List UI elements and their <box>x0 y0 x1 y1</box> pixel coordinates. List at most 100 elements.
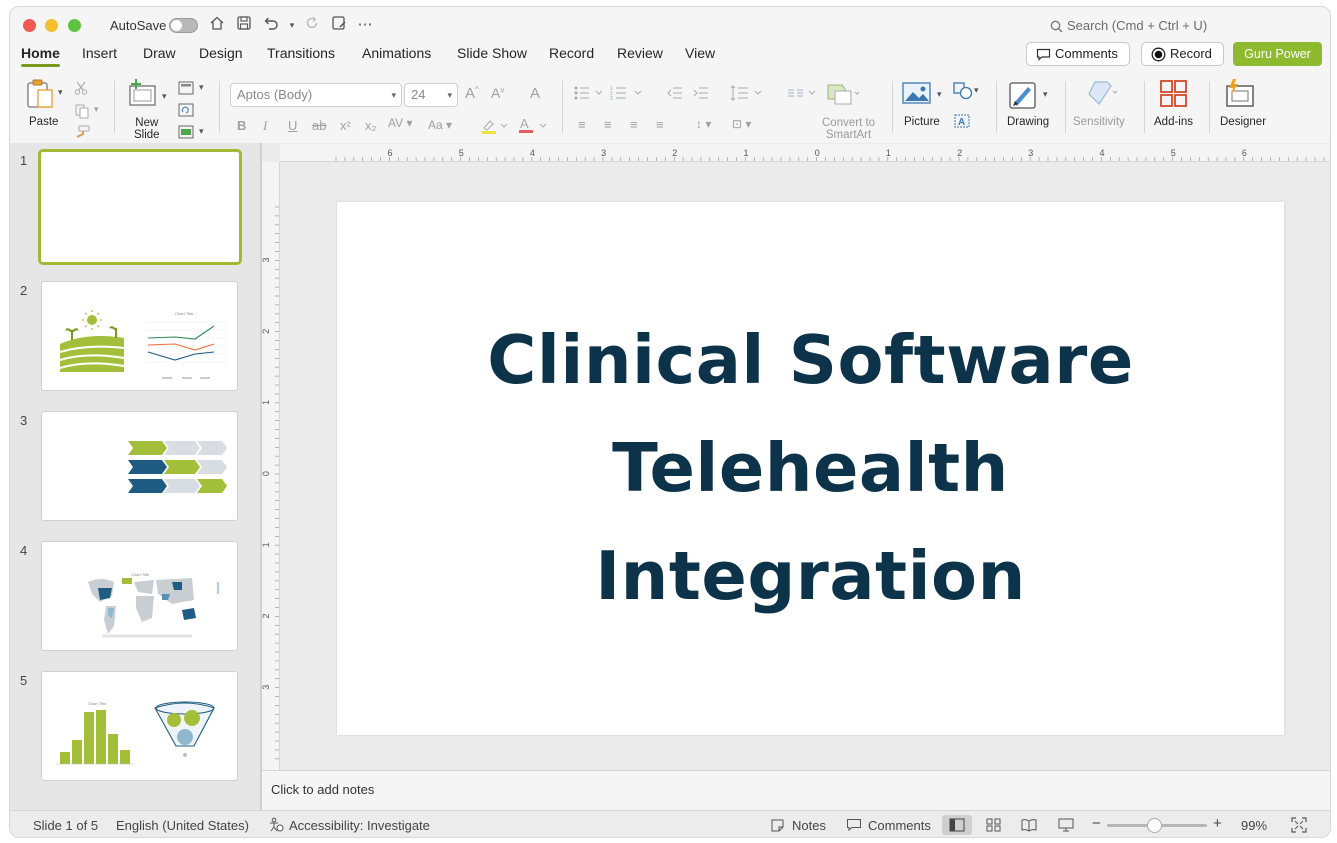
change-case-icon[interactable]: Aa ▾ <box>428 118 452 132</box>
minimize-window-button[interactable] <box>45 19 58 32</box>
notes-icon[interactable] <box>770 818 785 836</box>
slide-thumbnail-pane[interactable]: 1 2 Chart Title 3 4 Chart Title 5 Chart … <box>10 143 260 810</box>
comments-toggle[interactable]: Comments <box>868 818 931 833</box>
underline-icon[interactable]: U <box>288 118 297 133</box>
align-right-icon[interactable]: ≡ <box>630 117 638 132</box>
more-options-icon[interactable]: ⋯ <box>355 15 375 35</box>
comments-icon[interactable] <box>846 818 862 835</box>
guru-power-button[interactable]: Guru Power <box>1233 42 1322 66</box>
line-spacing-icon[interactable] <box>730 84 764 105</box>
save-as-icon[interactable] <box>329 15 349 35</box>
slide-thumbnail-1[interactable] <box>38 149 242 265</box>
section-dropdown-chevron-icon[interactable]: ▾ <box>199 126 204 137</box>
increase-font-size-icon[interactable]: A^ <box>465 85 479 102</box>
redo-icon[interactable] <box>302 15 322 35</box>
reading-view-button[interactable] <box>1014 815 1044 835</box>
language-status[interactable]: English (United States) <box>116 818 249 833</box>
slideshow-view-button[interactable] <box>1051 815 1081 835</box>
align-center-icon[interactable]: ≡ <box>604 117 612 132</box>
layout-dropdown-chevron-icon[interactable]: ▾ <box>199 82 204 93</box>
record-button[interactable]: Record <box>1141 42 1224 66</box>
undo-dropdown-chevron-icon[interactable]: ▾ <box>282 15 302 35</box>
current-slide[interactable]: Clinical Software Telehealth Integration <box>337 202 1284 735</box>
format-painter-icon[interactable] <box>74 125 90 142</box>
section-icon[interactable] <box>178 125 194 142</box>
subscript-icon[interactable]: x₂ <box>365 118 377 133</box>
comments-button[interactable]: Comments <box>1026 42 1130 66</box>
picture-dropdown-chevron-icon[interactable]: ▾ <box>937 89 942 100</box>
tab-design[interactable]: Design <box>199 45 243 61</box>
zoom-in-icon[interactable]: + <box>1213 815 1222 832</box>
home-icon[interactable] <box>207 15 227 35</box>
copy-icon[interactable] <box>74 103 90 122</box>
undo-icon[interactable] <box>261 15 281 35</box>
accessibility-status[interactable]: Accessibility: Investigate <box>289 818 430 833</box>
new-slide-dropdown-chevron-icon[interactable]: ▾ <box>162 91 167 102</box>
reset-slide-icon[interactable] <box>178 103 194 120</box>
columns-icon[interactable] <box>786 85 818 104</box>
sensitivity-button[interactable] <box>1085 79 1118 110</box>
copy-dropdown-chevron-icon[interactable]: ▾ <box>94 104 99 115</box>
tab-view[interactable]: View <box>685 45 715 61</box>
tab-insert[interactable]: Insert <box>82 45 117 61</box>
fit-to-window-icon[interactable] <box>1291 817 1307 836</box>
accessibility-icon[interactable] <box>268 817 284 836</box>
shapes-dropdown-chevron-icon[interactable]: ▾ <box>974 85 979 96</box>
align-left-icon[interactable]: ≡ <box>578 117 586 132</box>
decrease-indent-icon[interactable] <box>666 85 684 104</box>
justify-icon[interactable]: ≡ <box>656 117 664 132</box>
cut-icon[interactable] <box>74 81 88 98</box>
maximize-window-button[interactable] <box>68 19 81 32</box>
font-color-icon[interactable]: A <box>518 116 548 137</box>
tab-slide-show[interactable]: Slide Show <box>457 45 527 61</box>
zoom-out-icon[interactable]: − <box>1092 815 1101 832</box>
tab-animations[interactable]: Animations <box>362 45 431 61</box>
normal-view-button[interactable] <box>942 815 972 835</box>
convert-to-smartart-icon[interactable] <box>825 81 860 110</box>
notes-toggle[interactable]: Notes <box>792 818 826 833</box>
align-text-icon[interactable]: ⊡ ▾ <box>732 117 751 131</box>
highlight-color-icon[interactable] <box>480 118 508 137</box>
font-name-combo[interactable]: Aptos (Body) ▾ <box>230 83 402 107</box>
tab-review[interactable]: Review <box>617 45 663 61</box>
strikethrough-icon[interactable]: ab <box>312 118 326 133</box>
slide-thumbnail-2[interactable]: Chart Title <box>41 281 238 391</box>
add-ins-button[interactable] <box>1159 79 1189 112</box>
bullets-icon[interactable] <box>573 85 605 104</box>
notes-placeholder[interactable]: Click to add notes <box>271 782 374 797</box>
italic-icon[interactable]: I <box>263 118 267 134</box>
search-box[interactable]: Search (Cmd + Ctrl + U) <box>1050 18 1207 33</box>
tab-home[interactable]: Home <box>21 45 60 67</box>
drawing-dropdown-chevron-icon[interactable]: ▾ <box>1043 89 1048 100</box>
text-box-icon[interactable]: A <box>953 113 971 132</box>
layout-icon[interactable] <box>178 81 194 98</box>
superscript-icon[interactable]: x² <box>340 118 351 133</box>
numbering-icon[interactable]: 123 <box>610 85 644 104</box>
close-window-button[interactable] <box>23 19 36 32</box>
slide-thumbnail-5[interactable]: Chart Title <box>41 671 238 781</box>
save-icon[interactable] <box>234 15 254 35</box>
notes-pane[interactable]: Click to add notes <box>262 770 1330 810</box>
zoom-level[interactable]: 99% <box>1241 818 1267 833</box>
increase-indent-icon[interactable] <box>692 85 710 104</box>
decrease-font-size-icon[interactable]: Av <box>491 85 504 101</box>
paste-button[interactable] <box>25 78 55 113</box>
bold-icon[interactable]: B <box>237 118 246 133</box>
picture-button[interactable] <box>902 81 932 108</box>
character-spacing-icon[interactable]: AV ▾ <box>388 116 412 130</box>
slide-thumbnail-4[interactable]: Chart Title <box>41 541 238 651</box>
tab-record[interactable]: Record <box>549 45 594 61</box>
tab-draw[interactable]: Draw <box>143 45 176 61</box>
clear-formatting-icon[interactable]: A <box>530 85 540 102</box>
shapes-icon[interactable] <box>953 82 973 103</box>
zoom-slider-handle[interactable] <box>1147 818 1162 833</box>
autosave-toggle[interactable] <box>169 18 198 33</box>
tab-transitions[interactable]: Transitions <box>267 45 335 61</box>
new-slide-button[interactable] <box>128 78 158 111</box>
slide-sorter-button[interactable] <box>979 815 1009 835</box>
font-size-combo[interactable]: 24 ▾ <box>404 83 458 107</box>
text-direction-icon[interactable]: ↕ ▾ <box>696 117 711 131</box>
drawing-button[interactable] <box>1008 79 1040 114</box>
slide-thumbnail-3[interactable] <box>41 411 238 521</box>
slide-title-textbox[interactable]: Clinical Software Telehealth Integration <box>337 306 1284 630</box>
